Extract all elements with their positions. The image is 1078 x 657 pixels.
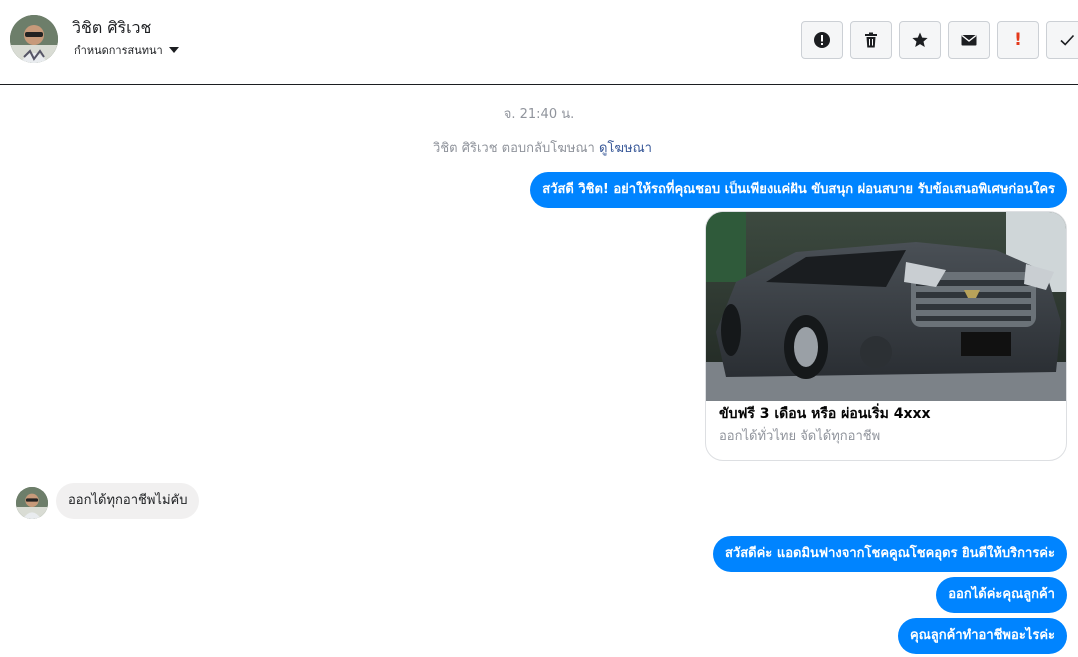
trash-icon bbox=[865, 32, 877, 48]
ad-reply-note: วิชิต ศิริเวช ตอบกลับโฆษณา ดูโฆษณา bbox=[0, 137, 1078, 158]
outgoing-message: คุณลูกค้าทำอาชีพอะไรค่ะ bbox=[898, 618, 1067, 654]
ad-title: ขับฟรี 3 เดือน หรือ ผ่อนเริ่ม 4xxx bbox=[719, 406, 931, 422]
star-button[interactable] bbox=[899, 21, 941, 59]
envelope-icon bbox=[961, 34, 977, 46]
outgoing-message: ออกได้ค่ะคุณลูกค้า bbox=[936, 577, 1067, 613]
mark-unread-button[interactable] bbox=[948, 21, 990, 59]
outgoing-message: สวัสดี วิชิต! อย่าให้รถที่คุณชอบ เป็นเพี… bbox=[530, 172, 1067, 208]
mark-done-button[interactable] bbox=[1046, 21, 1078, 59]
sender-avatar[interactable] bbox=[16, 487, 48, 519]
report-spam-button[interactable] bbox=[801, 21, 843, 59]
incoming-message: ออกได้ทุกอาชีพไม่คับ bbox=[56, 483, 200, 519]
outgoing-message: สวัสดีค่ะ แอดมินฟางจากโชคคูณโชคอุดร ยินด… bbox=[713, 536, 1067, 572]
check-icon bbox=[1060, 34, 1075, 46]
conversation-settings-label: กำหนดการสนทนา bbox=[74, 44, 163, 57]
conversation-header: วิชิต ศิริเวช กำหนดการสนทนา ! bbox=[0, 0, 1078, 85]
message-timestamp: จ. 21:40 น. bbox=[503, 107, 575, 122]
ad-subtitle: ออกได้ทั่วไทย จัดได้ทุกอาชีพ bbox=[719, 429, 881, 444]
alert-circle-icon bbox=[814, 32, 830, 48]
contact-name[interactable]: วิชิต ศิริเวช bbox=[72, 16, 151, 41]
ad-image bbox=[706, 212, 1066, 401]
mark-important-button[interactable]: ! bbox=[997, 21, 1039, 59]
view-ad-link[interactable]: ดูโฆษณา bbox=[599, 141, 652, 156]
caret-down-icon bbox=[168, 47, 179, 53]
conversation-toolbar: ! bbox=[801, 21, 1078, 59]
delete-button[interactable] bbox=[850, 21, 892, 59]
ad-reply-text: วิชิต ศิริเวช ตอบกลับโฆษณา bbox=[433, 141, 595, 156]
star-icon bbox=[912, 32, 928, 47]
conversation-settings-dropdown[interactable]: กำหนดการสนทนา bbox=[74, 41, 179, 59]
contact-avatar[interactable] bbox=[10, 15, 58, 63]
ad-card[interactable]: ขับฟรี 3 เดือน หรือ ผ่อนเริ่ม 4xxx ออกได… bbox=[705, 211, 1067, 461]
exclamation-icon: ! bbox=[1014, 30, 1022, 50]
